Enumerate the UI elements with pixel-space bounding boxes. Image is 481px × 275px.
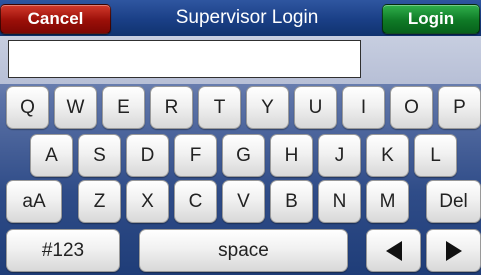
key-e[interactable]: E <box>102 86 145 129</box>
key-p[interactable]: P <box>438 86 481 129</box>
key-f[interactable]: F <box>174 134 217 177</box>
input-area <box>0 36 481 84</box>
key-k[interactable]: K <box>366 134 409 177</box>
right-arrow-key[interactable] <box>426 229 481 272</box>
key-r[interactable]: R <box>150 86 193 129</box>
key-s[interactable]: S <box>78 134 121 177</box>
delete-key[interactable]: Del <box>426 180 481 223</box>
key-a[interactable]: A <box>30 134 73 177</box>
key-o[interactable]: O <box>390 86 433 129</box>
left-arrow-icon <box>385 240 402 261</box>
key-v[interactable]: V <box>222 180 265 223</box>
left-arrow-key[interactable] <box>366 229 421 272</box>
key-q[interactable]: Q <box>6 86 49 129</box>
supervisor-login-screen: Cancel Supervisor Login Login Q W E R T … <box>0 0 481 275</box>
right-arrow-icon <box>445 240 462 261</box>
key-u[interactable]: U <box>294 86 337 129</box>
shift-key[interactable]: aA <box>6 180 62 223</box>
login-input[interactable] <box>8 40 361 78</box>
header-bar: Cancel Supervisor Login Login <box>0 0 481 36</box>
key-m[interactable]: M <box>366 180 409 223</box>
key-w[interactable]: W <box>54 86 97 129</box>
key-h[interactable]: H <box>270 134 313 177</box>
key-d[interactable]: D <box>126 134 169 177</box>
cancel-button[interactable]: Cancel <box>0 4 111 34</box>
key-g[interactable]: G <box>222 134 265 177</box>
key-x[interactable]: X <box>126 180 169 223</box>
key-i[interactable]: I <box>342 86 385 129</box>
key-n[interactable]: N <box>318 180 361 223</box>
login-button[interactable]: Login <box>382 4 480 34</box>
key-j[interactable]: J <box>318 134 361 177</box>
key-z[interactable]: Z <box>78 180 121 223</box>
page-title: Supervisor Login <box>175 7 319 28</box>
key-b[interactable]: B <box>270 180 313 223</box>
numbers-key[interactable]: #123 <box>6 229 120 272</box>
key-c[interactable]: C <box>174 180 217 223</box>
space-key[interactable]: space <box>139 229 348 272</box>
key-y[interactable]: Y <box>246 86 289 129</box>
key-l[interactable]: L <box>414 134 457 177</box>
key-t[interactable]: T <box>198 86 241 129</box>
